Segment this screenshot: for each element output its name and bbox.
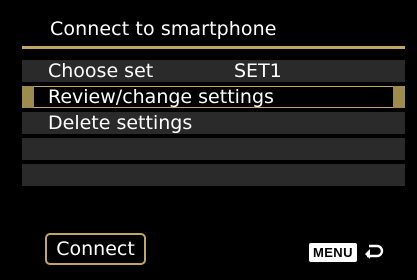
menu-key-label: MENU: [309, 242, 357, 262]
menu-item-empty: [22, 138, 405, 160]
menu-item-value: SET1: [234, 60, 282, 82]
menu-item-choose-set[interactable]: Choose set SET1: [22, 60, 405, 82]
menu-item-label: Delete settings: [48, 112, 193, 134]
menu-item-label: Choose set: [48, 60, 154, 82]
connect-button[interactable]: Connect: [45, 233, 146, 265]
menu-item-delete-settings[interactable]: Delete settings: [22, 112, 405, 134]
return-arrow-icon: [362, 243, 384, 261]
menu-item-empty: [22, 164, 405, 186]
selection-marker-right: [393, 86, 405, 108]
screen-title: Connect to smartphone: [50, 18, 277, 40]
menu-item-label: Review/change settings: [48, 86, 274, 108]
menu-item-review-change-settings[interactable]: Review/change settings: [22, 86, 405, 108]
selection-marker-left: [22, 86, 34, 108]
menu-back-button[interactable]: MENU: [309, 242, 384, 262]
title-divider: [22, 46, 405, 49]
camera-menu-screen: Connect to smartphone Choose set SET1 Re…: [0, 0, 417, 280]
